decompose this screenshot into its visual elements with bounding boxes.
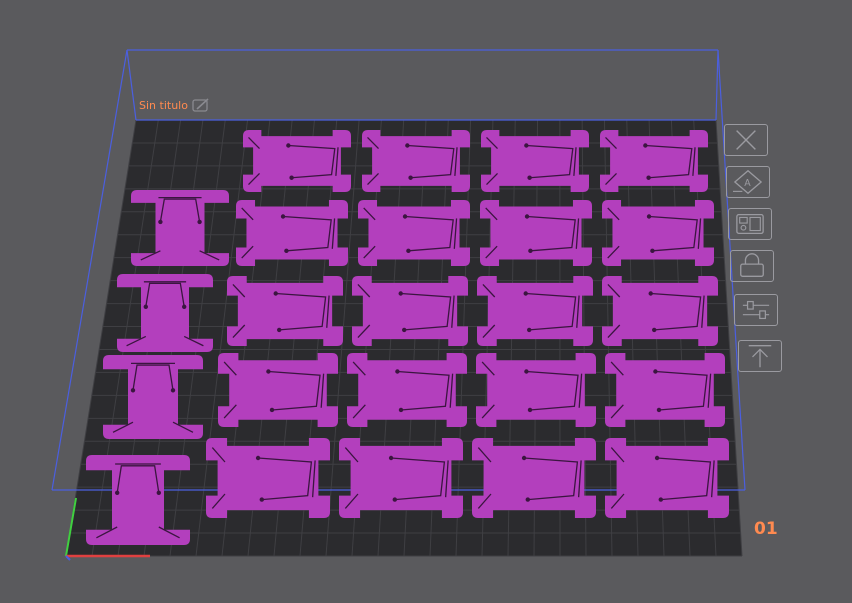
sliders-icon <box>742 300 770 320</box>
part-horizontal[interactable] <box>472 438 596 518</box>
plate-number: 01 <box>754 519 778 539</box>
upload-icon <box>748 345 772 368</box>
svg-text:A: A <box>744 178 751 189</box>
part-horizontal[interactable] <box>600 130 708 192</box>
part-horizontal[interactable] <box>243 130 351 192</box>
arrange-icon: A <box>733 169 763 195</box>
part-horizontal[interactable] <box>227 276 343 346</box>
lock-icon <box>740 253 764 277</box>
part-horizontal[interactable] <box>481 130 589 192</box>
layout-icon <box>736 213 764 235</box>
part-horizontal[interactable] <box>352 276 468 346</box>
delete-button[interactable] <box>724 124 768 156</box>
part-horizontal[interactable] <box>218 353 338 427</box>
part-horizontal[interactable] <box>236 200 348 266</box>
part-horizontal[interactable] <box>347 353 467 427</box>
part-horizontal[interactable] <box>476 353 596 427</box>
build-plate-viewport[interactable] <box>0 0 852 603</box>
part-horizontal[interactable] <box>605 353 725 427</box>
part-horizontal[interactable] <box>339 438 463 518</box>
part-horizontal[interactable] <box>602 276 718 346</box>
close-icon <box>736 130 756 150</box>
part-horizontal[interactable] <box>602 200 714 266</box>
plate-name-text: Sin titulo <box>139 98 188 112</box>
settings-button[interactable] <box>734 294 778 326</box>
part-horizontal[interactable] <box>362 130 470 192</box>
part-horizontal[interactable] <box>477 276 593 346</box>
auto-arrange-button[interactable]: A <box>726 166 770 198</box>
upload-button[interactable] <box>738 340 782 372</box>
part-horizontal[interactable] <box>358 200 470 266</box>
plate-name-label[interactable]: Sin titulo <box>139 98 210 112</box>
edit-icon[interactable] <box>192 98 210 112</box>
part-horizontal[interactable] <box>605 438 729 518</box>
layout-button[interactable] <box>728 208 772 240</box>
part-horizontal[interactable] <box>206 438 330 518</box>
part-horizontal[interactable] <box>480 200 592 266</box>
lock-button[interactable] <box>730 250 774 282</box>
